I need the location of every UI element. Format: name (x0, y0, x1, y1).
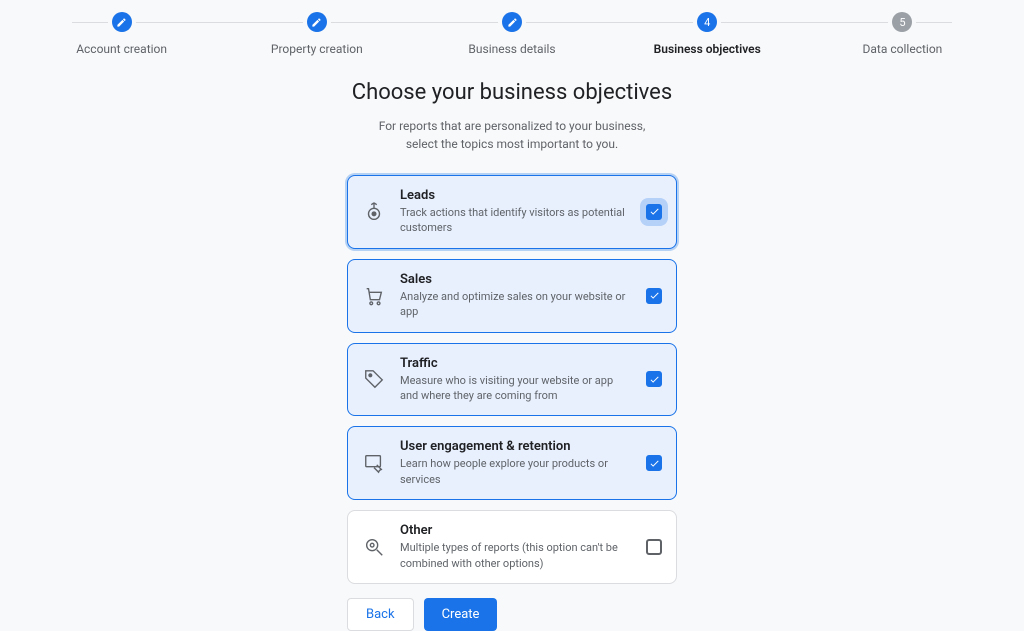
pencil-icon (502, 12, 522, 32)
main-content: Choose your business objectives For repo… (0, 56, 1024, 631)
step-label: Business objectives (654, 42, 761, 56)
objective-options: Leads Track actions that identify visito… (347, 175, 677, 584)
subtitle-line1: For reports that are personalized to you… (379, 119, 646, 133)
magnifier-icon (362, 535, 386, 559)
subtitle-line2: select the topics most important to you. (406, 137, 618, 151)
step-label: Business details (468, 42, 555, 56)
checkbox-traffic[interactable] (646, 371, 662, 387)
objective-card-traffic[interactable]: Traffic Measure who is visiting your web… (347, 343, 677, 417)
monitor-cursor-icon (362, 451, 386, 475)
step-number: 4 (704, 16, 710, 29)
back-button[interactable]: Back (347, 598, 414, 631)
objective-card-engagement[interactable]: User engagement & retention Learn how pe… (347, 426, 677, 500)
create-button[interactable]: Create (424, 598, 498, 631)
card-desc: Learn how people explore your products o… (400, 456, 632, 487)
checkbox-other[interactable] (646, 539, 662, 555)
objective-card-other[interactable]: Other Multiple types of reports (this op… (347, 510, 677, 584)
tag-icon (362, 367, 386, 391)
step-label: Property creation (271, 42, 363, 56)
card-title: User engagement & retention (400, 439, 632, 454)
objective-card-sales[interactable]: Sales Analyze and optimize sales on your… (347, 259, 677, 333)
footer-actions: Back Create (347, 598, 677, 631)
step-account-creation[interactable]: Account creation (24, 12, 219, 56)
step-number: 5 (899, 16, 905, 29)
card-title: Sales (400, 272, 632, 287)
checkbox-leads[interactable] (646, 204, 662, 220)
stepper: Account creation Property creation Busin… (0, 0, 1024, 56)
cart-icon (362, 284, 386, 308)
checkbox-engagement[interactable] (646, 455, 662, 471)
card-desc: Track actions that identify visitors as … (400, 205, 632, 236)
pencil-icon (307, 12, 327, 32)
checkbox-sales[interactable] (646, 288, 662, 304)
page-title: Choose your business objectives (352, 80, 672, 105)
objective-card-leads[interactable]: Leads Track actions that identify visito… (347, 175, 677, 249)
pencil-icon (112, 12, 132, 32)
step-data-collection: 5 Data collection (805, 12, 1000, 56)
step-business-details[interactable]: Business details (414, 12, 609, 56)
step-number-icon: 5 (892, 12, 912, 32)
step-label: Data collection (863, 42, 943, 56)
card-title: Traffic (400, 356, 632, 371)
step-label: Account creation (76, 42, 167, 56)
step-property-creation[interactable]: Property creation (219, 12, 414, 56)
card-title: Other (400, 523, 632, 538)
page-subtitle: For reports that are personalized to you… (379, 117, 646, 153)
step-number-icon: 4 (697, 12, 717, 32)
card-title: Leads (400, 188, 632, 203)
card-desc: Analyze and optimize sales on your websi… (400, 289, 632, 320)
card-desc: Measure who is visiting your website or … (400, 373, 632, 404)
card-desc: Multiple types of reports (this option c… (400, 540, 632, 571)
target-icon (362, 200, 386, 224)
step-business-objectives: 4 Business objectives (610, 12, 805, 56)
